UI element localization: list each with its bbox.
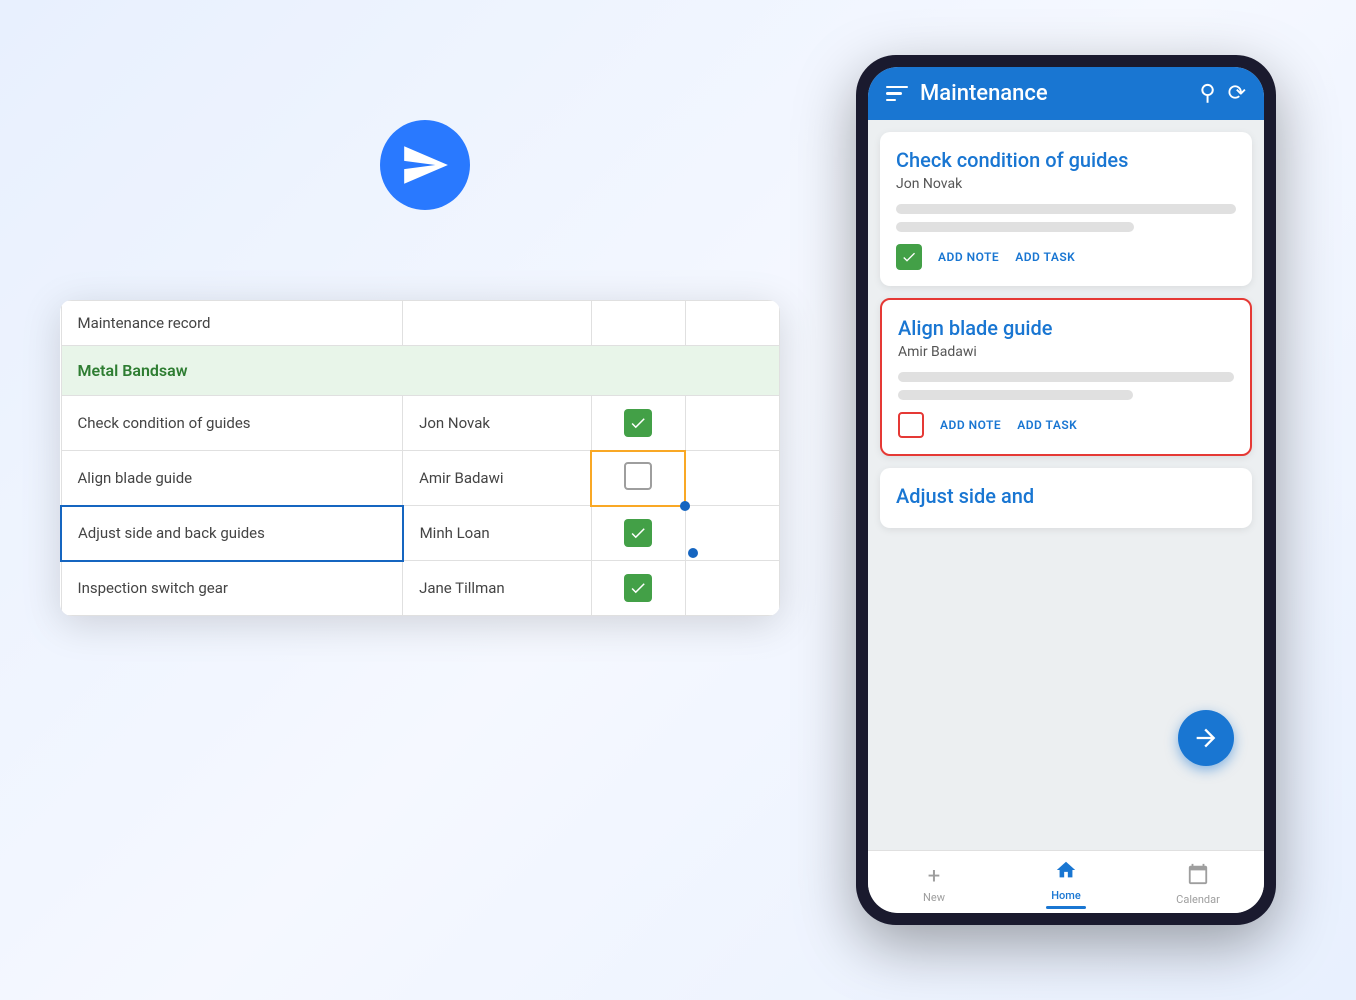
app-content: Check condition of guides Jon Novak ADD … bbox=[868, 120, 1264, 790]
header-extra-col bbox=[685, 301, 779, 346]
checkbox-checked[interactable] bbox=[624, 519, 652, 547]
app-bar: Maintenance ⚲ ⟳ bbox=[868, 67, 1264, 120]
phone-frame: Maintenance ⚲ ⟳ Check condition of guide… bbox=[856, 55, 1276, 925]
calendar-icon bbox=[1187, 863, 1209, 891]
nav-item-home[interactable]: Home bbox=[1000, 859, 1132, 909]
add-task-button-1[interactable]: ADD TASK bbox=[1015, 250, 1075, 264]
maintenance-card-1[interactable]: Check condition of guides Jon Novak ADD … bbox=[880, 132, 1252, 286]
card-title: Check condition of guides bbox=[896, 148, 1236, 172]
table-row-selected[interactable]: Adjust side and back guides Minh Loan bbox=[61, 506, 780, 561]
card-checkbox-empty[interactable] bbox=[898, 412, 924, 438]
check-cell[interactable] bbox=[591, 506, 685, 561]
header-label: Maintenance record bbox=[78, 314, 211, 332]
check-cell-selected[interactable] bbox=[591, 451, 685, 506]
person-cell: Jane Tillman bbox=[403, 561, 591, 616]
header-task-col: Maintenance record bbox=[61, 301, 403, 346]
app-title: Maintenance bbox=[920, 81, 1187, 106]
task-cell: Inspection switch gear bbox=[61, 561, 403, 616]
check-cell[interactable] bbox=[591, 396, 685, 451]
card-actions: ADD NOTE ADD TASK bbox=[898, 412, 1234, 438]
nav-item-calendar[interactable]: Calendar bbox=[1132, 863, 1264, 906]
menu-icon[interactable] bbox=[886, 86, 908, 102]
maintenance-card-2[interactable]: Align blade guide Amir Badawi ADD NOTE A… bbox=[880, 298, 1252, 456]
person-cell: Minh Loan bbox=[403, 506, 591, 561]
checkbox-checked[interactable] bbox=[624, 409, 652, 437]
checkbox-checked[interactable] bbox=[624, 574, 652, 602]
table-row[interactable]: Inspection switch gear Jane Tillman bbox=[61, 561, 780, 616]
table-header-row: Maintenance record bbox=[61, 301, 780, 346]
nav-label-new: New bbox=[923, 891, 945, 904]
card-detail-line-1 bbox=[896, 204, 1236, 214]
section-row: Metal Bandsaw bbox=[61, 346, 780, 396]
add-note-button-2[interactable]: ADD NOTE bbox=[940, 418, 1001, 432]
card-actions: ADD NOTE ADD TASK bbox=[896, 244, 1236, 270]
table-row[interactable]: Check condition of guides Jon Novak bbox=[61, 396, 780, 451]
home-icon bbox=[1055, 859, 1077, 887]
extra-cell bbox=[685, 561, 779, 616]
extra-cell bbox=[685, 396, 779, 451]
card-detail-line-1 bbox=[898, 372, 1234, 382]
card-detail-line-2 bbox=[898, 390, 1133, 400]
extra-cell bbox=[685, 506, 779, 561]
maintenance-table: Maintenance record Metal Bandsaw Check c… bbox=[60, 300, 780, 616]
check-cell[interactable] bbox=[591, 561, 685, 616]
nav-label-calendar: Calendar bbox=[1176, 893, 1220, 906]
add-task-button-2[interactable]: ADD TASK bbox=[1017, 418, 1077, 432]
card-checkbox-checked[interactable] bbox=[896, 244, 922, 270]
search-icon[interactable]: ⚲ bbox=[1199, 81, 1215, 106]
phone-screen: Maintenance ⚲ ⟳ Check condition of guide… bbox=[868, 67, 1264, 913]
table-row[interactable]: Align blade guide Amir Badawi bbox=[61, 451, 780, 506]
refresh-icon[interactable]: ⟳ bbox=[1228, 81, 1246, 106]
nav-label-home: Home bbox=[1051, 889, 1081, 902]
nav-item-new[interactable]: + New bbox=[868, 864, 1000, 904]
task-cell: Check condition of guides bbox=[61, 396, 403, 451]
nav-active-indicator bbox=[1046, 906, 1086, 909]
bottom-navigation: + New Home bbox=[868, 850, 1264, 913]
card-title: Align blade guide bbox=[898, 316, 1234, 340]
card-title-partial: Adjust side and bbox=[896, 484, 1236, 508]
person-cell: Amir Badawi bbox=[403, 451, 591, 506]
header-person-col bbox=[403, 301, 591, 346]
fab-button[interactable] bbox=[1178, 710, 1234, 766]
add-note-button-1[interactable]: ADD NOTE bbox=[938, 250, 999, 264]
card-detail-line-2 bbox=[896, 222, 1134, 232]
extra-cell bbox=[685, 451, 779, 506]
card-subtitle: Amir Badawi bbox=[898, 344, 1234, 360]
task-cell-selected: Adjust side and back guides bbox=[61, 506, 403, 561]
maintenance-card-3-partial[interactable]: Adjust side and bbox=[880, 468, 1252, 528]
spreadsheet-panel: Maintenance record Metal Bandsaw Check c… bbox=[60, 300, 780, 616]
person-cell: Jon Novak bbox=[403, 396, 591, 451]
section-label: Metal Bandsaw bbox=[61, 346, 780, 396]
plus-icon: + bbox=[928, 864, 940, 889]
card-subtitle: Jon Novak bbox=[896, 176, 1236, 192]
checkbox-empty[interactable] bbox=[624, 462, 652, 490]
header-check-col bbox=[591, 301, 685, 346]
task-cell: Align blade guide bbox=[61, 451, 403, 506]
paper-plane-icon bbox=[380, 120, 470, 210]
phone-container: Maintenance ⚲ ⟳ Check condition of guide… bbox=[856, 55, 1276, 935]
